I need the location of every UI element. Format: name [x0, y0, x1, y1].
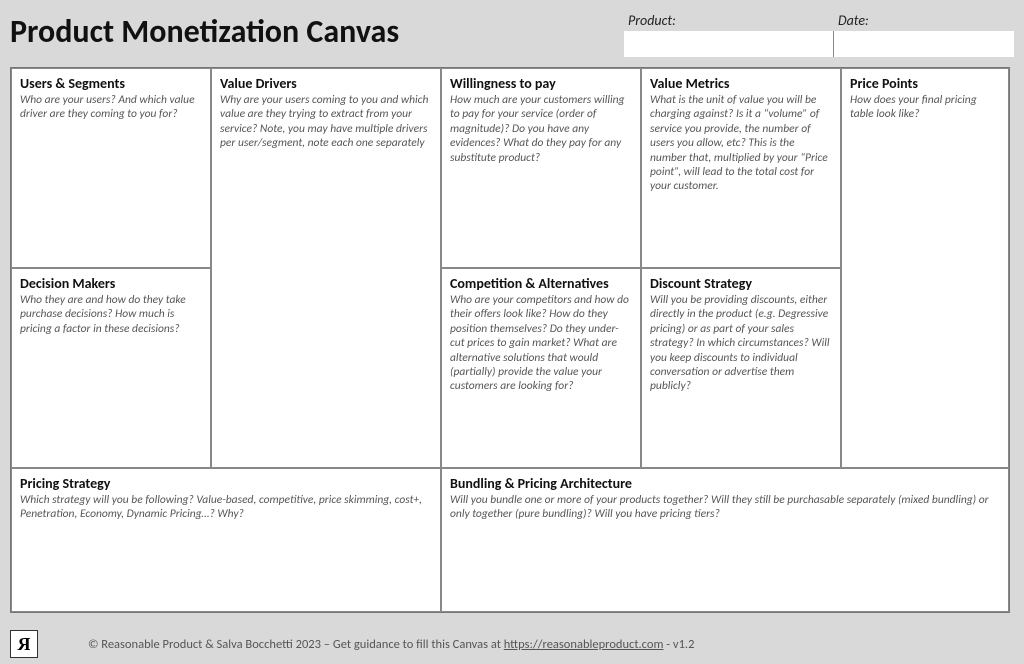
- cell-desc: What is the unit of value you will be ch…: [650, 93, 832, 194]
- header: Product Monetization Canvas Product: Dat…: [10, 8, 1014, 57]
- footer-prefix: © Reasonable Product & Salva Bocchetti 2…: [88, 637, 504, 652]
- cell-desc: Will you bundle one or more of your prod…: [450, 493, 1000, 522]
- cell-desc: How does your final pricing table look l…: [850, 93, 1000, 122]
- cell-title: Bundling & Pricing Architecture: [450, 475, 1000, 492]
- cell-title: Price Points: [850, 75, 1000, 92]
- cell-willingness-to-pay[interactable]: Willingness to pay How much are your cus…: [441, 68, 641, 268]
- cell-title: Value Metrics: [650, 75, 832, 92]
- cell-value-metrics[interactable]: Value Metrics What is the unit of value …: [641, 68, 841, 268]
- cell-title: Decision Makers: [20, 275, 202, 292]
- cell-desc: Who are your competitors and how do thei…: [450, 293, 632, 394]
- cell-value-drivers[interactable]: Value Drivers Why are your users coming …: [211, 68, 441, 468]
- page-title: Product Monetization Canvas: [10, 8, 399, 51]
- product-input[interactable]: [624, 31, 834, 57]
- cell-pricing-strategy[interactable]: Pricing Strategy Which strategy will you…: [11, 468, 441, 612]
- cell-desc: How much are your customers willing to p…: [450, 93, 632, 165]
- product-field: Product:: [624, 12, 834, 57]
- cell-title: Users & Segments: [20, 75, 202, 92]
- cell-users-segments[interactable]: Users & Segments Who are your users? And…: [11, 68, 211, 268]
- canvas-grid: Users & Segments Who are your users? And…: [10, 67, 1010, 613]
- cell-desc: Who are your users? And which value driv…: [20, 93, 202, 122]
- product-label: Product:: [624, 12, 834, 31]
- logo-icon: R: [10, 630, 38, 658]
- date-label: Date:: [834, 12, 1014, 31]
- cell-title: Value Drivers: [220, 75, 432, 92]
- footer-link[interactable]: https://reasonableproduct.com: [504, 637, 664, 652]
- cell-competition-alternatives[interactable]: Competition & Alternatives Who are your …: [441, 268, 641, 468]
- canvas-page: Product Monetization Canvas Product: Dat…: [0, 0, 1024, 664]
- date-input[interactable]: [834, 31, 1014, 57]
- cell-price-points[interactable]: Price Points How does your final pricing…: [841, 68, 1009, 468]
- cell-desc: Who they are and how do they take purcha…: [20, 293, 202, 336]
- meta-fields: Product: Date:: [624, 8, 1014, 57]
- cell-title: Competition & Alternatives: [450, 275, 632, 292]
- date-field: Date:: [834, 12, 1014, 57]
- cell-desc: Which strategy will you be following? Va…: [20, 493, 432, 522]
- footer: R © Reasonable Product & Salva Bocchetti…: [10, 630, 1010, 658]
- cell-desc: Will you be providing discounts, either …: [650, 293, 832, 394]
- cell-discount-strategy[interactable]: Discount Strategy Will you be providing …: [641, 268, 841, 468]
- cell-title: Discount Strategy: [650, 275, 832, 292]
- footer-suffix: - v1.2: [663, 637, 694, 652]
- cell-title: Willingness to pay: [450, 75, 632, 92]
- cell-decision-makers[interactable]: Decision Makers Who they are and how do …: [11, 268, 211, 468]
- cell-title: Pricing Strategy: [20, 475, 432, 492]
- footer-text: © Reasonable Product & Salva Bocchetti 2…: [88, 637, 694, 652]
- cell-bundling-architecture[interactable]: Bundling & Pricing Architecture Will you…: [441, 468, 1009, 612]
- cell-desc: Why are your users coming to you and whi…: [220, 93, 432, 151]
